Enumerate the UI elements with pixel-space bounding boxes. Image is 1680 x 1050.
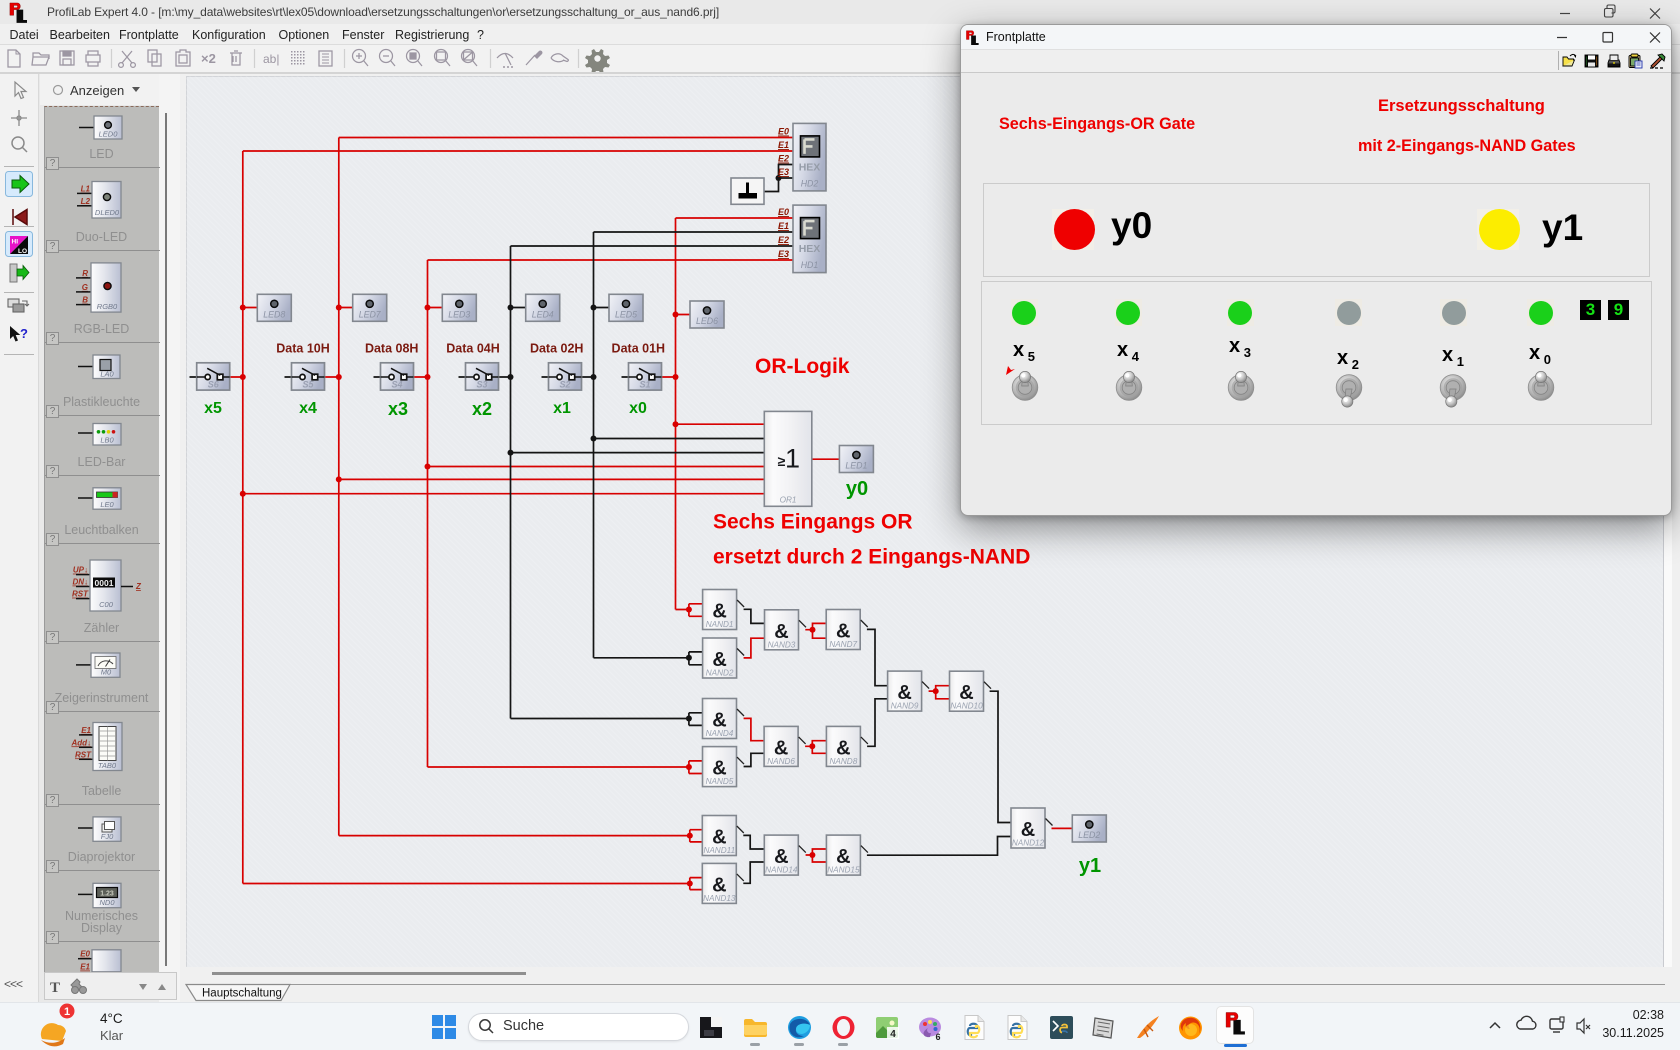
svg-text:Add↓: Add↓ bbox=[70, 738, 91, 747]
svg-text:UP↓: UP↓ bbox=[73, 566, 88, 575]
svg-text:x2: x2 bbox=[472, 399, 492, 419]
svg-text:RST: RST bbox=[72, 590, 89, 599]
svg-text:NAND12: NAND12 bbox=[1012, 839, 1045, 848]
svg-text:NAND9: NAND9 bbox=[891, 702, 919, 711]
svg-text:NAND14: NAND14 bbox=[765, 866, 798, 875]
svg-text:S1: S1 bbox=[639, 380, 650, 390]
svg-text:DN↓: DN↓ bbox=[72, 578, 88, 587]
svg-text:NAND3: NAND3 bbox=[768, 640, 796, 649]
svg-text:Hauptschaltung: Hauptschaltung bbox=[202, 988, 282, 1000]
svg-text:LED3: LED3 bbox=[448, 309, 470, 319]
svg-text:×2: ×2 bbox=[201, 51, 216, 66]
svg-text:R: R bbox=[82, 269, 88, 278]
svg-text:x1: x1 bbox=[553, 400, 571, 417]
svg-text:6: 6 bbox=[935, 1032, 940, 1041]
svg-text:LED7: LED7 bbox=[359, 309, 382, 319]
svg-text:E0: E0 bbox=[80, 950, 90, 959]
svg-text:NAND8: NAND8 bbox=[830, 757, 858, 766]
svg-text:LED4: LED4 bbox=[532, 309, 554, 319]
svg-text:Data 02H: Data 02H bbox=[530, 342, 584, 356]
svg-text:E3: E3 bbox=[778, 167, 789, 177]
svg-text:NAND13: NAND13 bbox=[703, 894, 736, 903]
svg-text:E0: E0 bbox=[778, 207, 789, 217]
svg-text:E2: E2 bbox=[778, 235, 789, 245]
svg-text:E0: E0 bbox=[778, 127, 789, 137]
svg-text:TAB0: TAB0 bbox=[98, 761, 117, 770]
svg-text:LED2: LED2 bbox=[1078, 830, 1100, 840]
svg-text:LE0: LE0 bbox=[100, 500, 114, 509]
svg-text:NAND2: NAND2 bbox=[706, 669, 734, 678]
svg-text:L1: L1 bbox=[81, 185, 91, 194]
svg-text:LED5: LED5 bbox=[615, 309, 637, 319]
svg-text:LO: LO bbox=[18, 248, 27, 255]
svg-text:NAND1: NAND1 bbox=[706, 620, 734, 629]
svg-text:Sechs Eingangs OR: Sechs Eingangs OR bbox=[713, 511, 913, 534]
svg-text:M0: M0 bbox=[101, 668, 112, 677]
svg-text:NAND15: NAND15 bbox=[827, 866, 860, 875]
svg-text:1.23: 1.23 bbox=[100, 891, 114, 898]
svg-text:NAND4: NAND4 bbox=[706, 729, 734, 738]
svg-text:Data 08H: Data 08H bbox=[365, 342, 419, 356]
svg-text:C00: C00 bbox=[99, 600, 114, 609]
svg-text:E1: E1 bbox=[778, 221, 789, 231]
svg-text:E1: E1 bbox=[778, 140, 789, 150]
svg-text:ersetzt durch 2 Eingangs-NAND: ersetzt durch 2 Eingangs-NAND bbox=[713, 546, 1030, 569]
svg-text:L2: L2 bbox=[81, 197, 91, 206]
svg-text:LED0: LED0 bbox=[99, 130, 119, 139]
svg-text:DLED0: DLED0 bbox=[95, 208, 120, 217]
svg-text:Data 04H: Data 04H bbox=[446, 342, 500, 356]
svg-text:x0: x0 bbox=[629, 400, 647, 417]
svg-text:E2: E2 bbox=[778, 154, 789, 164]
svg-text:E1: E1 bbox=[80, 963, 90, 972]
svg-text:HEX: HEX bbox=[799, 161, 821, 173]
svg-text:OR1: OR1 bbox=[780, 496, 797, 505]
svg-text:Z: Z bbox=[135, 582, 142, 591]
svg-text:S5: S5 bbox=[302, 380, 314, 390]
svg-text:OR-Logik: OR-Logik bbox=[755, 355, 850, 378]
svg-text:1: 1 bbox=[785, 444, 800, 474]
svg-text:NAND7: NAND7 bbox=[829, 640, 857, 649]
svg-text:HEX: HEX bbox=[799, 243, 821, 255]
svg-text:LA0: LA0 bbox=[100, 370, 114, 379]
svg-text:x4: x4 bbox=[299, 400, 317, 417]
svg-text:ND0: ND0 bbox=[99, 898, 115, 907]
svg-text:HD2: HD2 bbox=[801, 178, 819, 188]
svg-text:B: B bbox=[82, 296, 88, 305]
svg-text:RGB0: RGB0 bbox=[97, 302, 118, 311]
svg-text:LED6: LED6 bbox=[696, 316, 718, 326]
svg-text:NAND11: NAND11 bbox=[703, 846, 735, 855]
svg-text:4: 4 bbox=[890, 1029, 896, 1040]
svg-text:LED1: LED1 bbox=[845, 461, 867, 471]
svg-text:S2: S2 bbox=[559, 380, 570, 390]
svg-text:S4: S4 bbox=[391, 380, 402, 390]
svg-text:Anzeigen: Anzeigen bbox=[70, 83, 124, 98]
svg-text:NAND5: NAND5 bbox=[706, 777, 734, 786]
svg-text:HD1: HD1 bbox=[801, 260, 819, 270]
svg-text:y0: y0 bbox=[846, 478, 868, 500]
svg-text:FJ0: FJ0 bbox=[101, 832, 114, 841]
svg-text:G: G bbox=[82, 283, 88, 292]
svg-text:x3: x3 bbox=[388, 399, 408, 419]
svg-text:Data 01H: Data 01H bbox=[612, 342, 666, 356]
svg-text:HI: HI bbox=[12, 239, 19, 246]
svg-text:E1: E1 bbox=[81, 726, 91, 735]
svg-text:S3: S3 bbox=[476, 380, 487, 390]
svg-text:RST: RST bbox=[75, 750, 92, 759]
svg-text:E3: E3 bbox=[778, 249, 789, 259]
svg-text:0001: 0001 bbox=[95, 578, 114, 588]
svg-text:LB0: LB0 bbox=[100, 436, 114, 445]
svg-text:1: 1 bbox=[64, 1006, 70, 1018]
svg-text:T: T bbox=[50, 980, 60, 996]
svg-text:NAND6: NAND6 bbox=[767, 757, 795, 766]
svg-text:?: ? bbox=[20, 326, 28, 341]
svg-text:NAND10: NAND10 bbox=[950, 702, 983, 711]
svg-text:Data 10H: Data 10H bbox=[276, 342, 330, 356]
svg-text:y1: y1 bbox=[1079, 855, 1101, 877]
svg-text:ab|: ab| bbox=[263, 52, 279, 66]
svg-text:LED8: LED8 bbox=[263, 309, 285, 319]
svg-text:S6: S6 bbox=[208, 380, 220, 390]
svg-text:x5: x5 bbox=[204, 400, 222, 417]
